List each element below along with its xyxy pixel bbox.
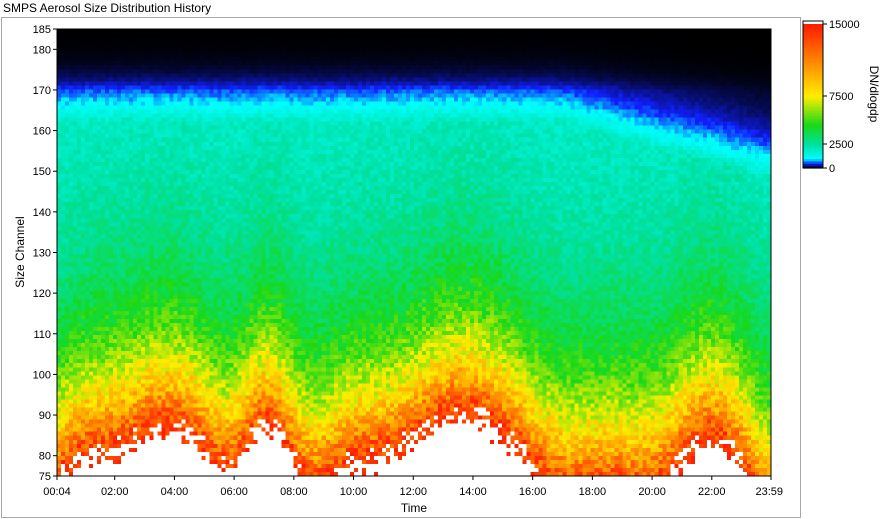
y-axis-tick-label: 100 (33, 369, 51, 381)
window-frame: SMPS Aerosol Size Distribution History S… (0, 0, 884, 519)
y-axis-tick-label: 160 (33, 126, 51, 138)
colorbar-segment (803, 24, 823, 27)
y-axis-tick-label: 110 (33, 329, 51, 341)
y-axis-tick-label: 120 (33, 288, 51, 300)
x-axis-tick-label: 18:00 (579, 486, 607, 498)
x-axis-tick-label: 04:00 (161, 486, 189, 498)
plot-area (56, 28, 772, 477)
y-axis-tick-label: 130 (33, 248, 51, 260)
y-axis-tick-label: 140 (33, 207, 51, 219)
heatmap-image (57, 29, 771, 476)
colorbar-tick-label: 0 (829, 163, 835, 175)
x-axis-label: Time (401, 501, 428, 515)
colorbar: 0 2500 7500 15000 (802, 19, 860, 175)
x-axis-tick-label: 10:00 (340, 486, 368, 498)
y-axis-tick-label: 150 (33, 166, 51, 178)
x-axis-tick-label: 12:00 (399, 486, 427, 498)
x-axis-tick-label: 00:04 (43, 486, 71, 498)
y-axis-tick-label: 90 (39, 410, 51, 422)
y-axis-tick-label: 180 (33, 44, 51, 56)
colorbar-tick-label: 7500 (829, 91, 853, 103)
x-axis-tick-label: 02:00 (101, 486, 129, 498)
y-axis-tick-label: 185 (33, 24, 51, 36)
y-axis-tick-label: 80 (39, 451, 51, 463)
y-axis-label: Size Channel (13, 216, 27, 287)
y-axis-tick-label: 170 (33, 85, 51, 97)
y-axis-tick-label: 75 (39, 471, 51, 483)
x-axis-tick-label: 22:00 (698, 486, 726, 498)
x-axis-tick-label: 14:00 (459, 486, 487, 498)
colorbar-tick-label: 15000 (829, 19, 860, 31)
x-axis-tick-label: 23:59 (755, 486, 783, 498)
x-axis-tick-label: 08:00 (280, 486, 308, 498)
colorbar-label: DN/dlogdp (867, 66, 881, 123)
x-axis-tick-label: 06:00 (220, 486, 248, 498)
x-axis-tick-label: 16:00 (519, 486, 547, 498)
heatmap-chart: Size Channel Time DN/dlogdp 0 2500 7500 150… (1, 17, 881, 518)
x-axis-tick-label: 20:00 (638, 486, 666, 498)
colorbar-tick-label: 2500 (829, 139, 853, 151)
